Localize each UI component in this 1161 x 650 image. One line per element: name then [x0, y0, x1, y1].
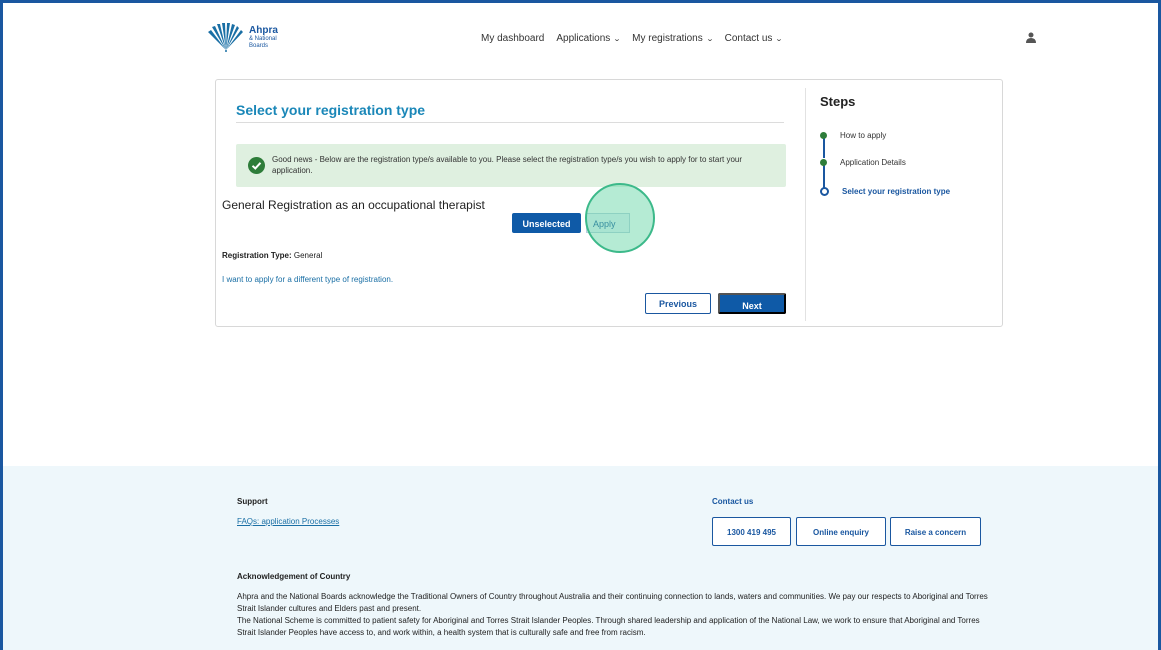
- nav-label: My dashboard: [481, 33, 545, 44]
- registration-option-title: General Registration as an occupational …: [222, 198, 485, 212]
- alert-message: Good news - Below are the registration t…: [272, 155, 743, 175]
- step-label: Select your registration type: [842, 187, 951, 196]
- step-complete-icon: [820, 159, 827, 166]
- logo-sub-text-2: Boards: [249, 42, 269, 49]
- nav-contact-us[interactable]: Contact us ⌄: [724, 33, 784, 44]
- step-complete-icon: [820, 132, 827, 139]
- registration-type-label: Registration Type:: [222, 251, 292, 260]
- registration-card: Select your registration type Good news …: [215, 79, 1003, 327]
- acknowledgement-heading: Acknowledgement of Country: [237, 572, 351, 581]
- success-alert: Good news - Below are the registration t…: [236, 144, 786, 187]
- step-application-details: Application Details: [820, 158, 906, 167]
- different-registration-link[interactable]: I want to apply for a different type of …: [222, 275, 393, 284]
- step-select-registration-type: Select your registration type: [820, 187, 950, 196]
- nav-applications[interactable]: Applications ⌄: [556, 33, 622, 44]
- next-button[interactable]: Next: [718, 293, 786, 314]
- user-icon[interactable]: [1026, 32, 1036, 44]
- step-connector: [823, 164, 825, 189]
- logo-main-text: Ahpra: [249, 24, 278, 36]
- nav-label: Contact us: [724, 33, 773, 44]
- step-current-icon: [820, 187, 829, 196]
- chevron-down-icon: ⌄: [775, 35, 784, 43]
- previous-button[interactable]: Previous: [645, 293, 711, 314]
- ahpra-fan-icon: [208, 23, 243, 52]
- acknowledgement-paragraph: The National Scheme is committed to pati…: [237, 616, 980, 637]
- title-divider: [236, 122, 784, 123]
- raise-concern-button[interactable]: Raise a concern: [890, 517, 981, 546]
- site-footer: Support FAQs: application Processes Cont…: [0, 466, 1161, 650]
- check-circle-icon: [248, 157, 265, 174]
- nav-label: Applications: [556, 33, 611, 44]
- chevron-down-icon: ⌄: [613, 35, 622, 43]
- apply-button[interactable]: Apply: [586, 213, 630, 233]
- site-header: Ahpra & National Boards My dashboard App…: [0, 0, 1161, 70]
- nav-my-registrations[interactable]: My registrations ⌄: [632, 33, 714, 44]
- contact-heading: Contact us: [712, 497, 754, 506]
- unselected-button[interactable]: Unselected: [512, 213, 581, 233]
- nav-my-dashboard[interactable]: My dashboard: [481, 33, 544, 44]
- online-enquiry-button[interactable]: Online enquiry: [796, 517, 886, 546]
- step-label: Application Details: [840, 158, 906, 167]
- page-title: Select your registration type: [236, 102, 426, 118]
- acknowledgement-paragraph: Ahpra and the National Boards acknowledg…: [237, 592, 988, 613]
- steps-title: Steps: [820, 94, 856, 109]
- step-connector: [823, 138, 825, 158]
- registration-type-value: General: [293, 251, 323, 260]
- step-label: How to apply: [840, 131, 887, 140]
- registration-type-line: Registration Type: General: [222, 251, 322, 260]
- nav-label: My registrations: [632, 33, 703, 44]
- steps-divider: [805, 88, 806, 321]
- faq-link[interactable]: FAQs: application Processes: [237, 517, 339, 526]
- acknowledgement-text: Ahpra and the National Boards acknowledg…: [237, 591, 997, 639]
- support-heading: Support: [237, 497, 268, 506]
- step-how-to-apply: How to apply: [820, 131, 886, 140]
- phone-button[interactable]: 1300 419 495: [712, 517, 791, 546]
- main-nav: My dashboard Applications ⌄ My registrat…: [481, 33, 794, 44]
- logo-sub-text-1: & National: [249, 35, 277, 42]
- chevron-down-icon: ⌄: [705, 35, 714, 43]
- ahpra-logo[interactable]: Ahpra & National Boards: [206, 22, 278, 52]
